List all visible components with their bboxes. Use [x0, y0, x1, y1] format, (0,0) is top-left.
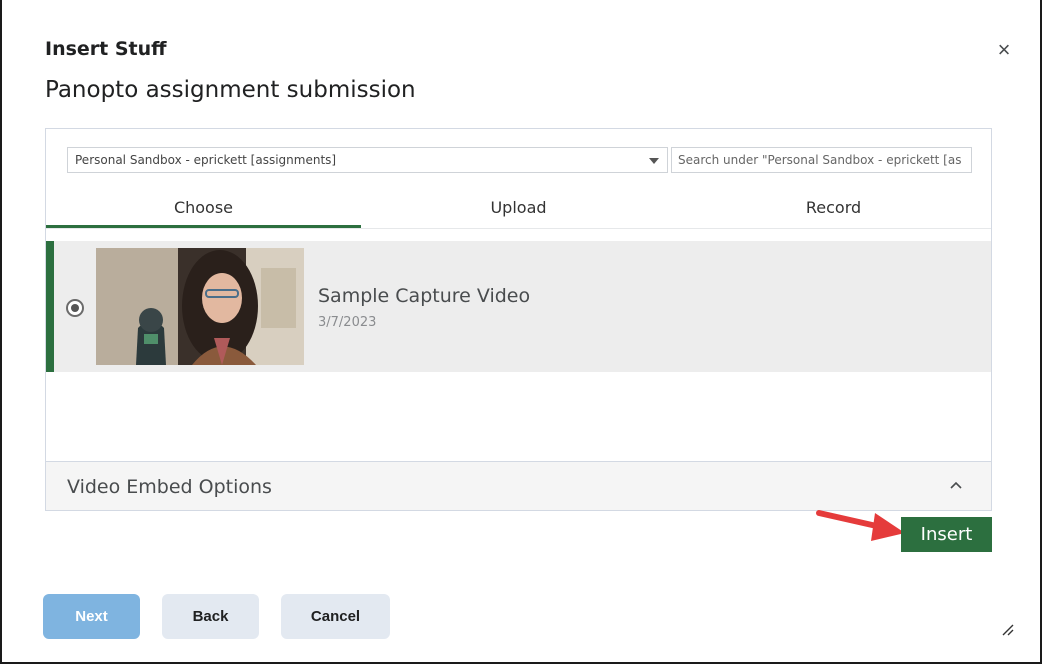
video-date: 3/7/2023	[318, 315, 377, 330]
chevron-up-icon[interactable]	[944, 474, 968, 498]
tab-upload[interactable]: Upload	[361, 191, 676, 227]
dialog-subtitle: Panopto assignment submission	[45, 77, 416, 103]
cancel-button[interactable]: Cancel	[281, 594, 390, 639]
radio-selected-dot	[71, 304, 79, 312]
insert-button[interactable]: Insert	[901, 517, 992, 552]
caret-down-icon	[649, 158, 659, 164]
next-button[interactable]: Next	[43, 594, 140, 639]
tab-record[interactable]: Record	[676, 191, 991, 227]
folder-dropdown[interactable]: Personal Sandbox - eprickett [assignment…	[67, 147, 668, 173]
video-thumbnail	[96, 248, 304, 365]
annotation-arrow-icon	[816, 510, 905, 541]
close-icon[interactable]: ×	[994, 39, 1014, 61]
video-list-item[interactable]: Sample Capture Video 3/7/2023	[46, 241, 991, 372]
back-button[interactable]: Back	[162, 594, 259, 639]
folder-dropdown-value: Personal Sandbox - eprickett [assignment…	[75, 153, 337, 167]
tabs-divider	[46, 228, 991, 229]
embed-options-label: Video Embed Options	[67, 476, 272, 498]
search-input[interactable]	[671, 147, 972, 173]
tab-bar: Choose Upload Record	[46, 191, 991, 229]
panopto-chooser-panel: Personal Sandbox - eprickett [assignment…	[45, 128, 992, 511]
video-select-radio[interactable]	[66, 299, 84, 317]
tab-choose[interactable]: Choose	[46, 191, 361, 229]
video-title: Sample Capture Video	[318, 285, 531, 307]
dialog-title: Insert Stuff	[45, 38, 167, 60]
resize-handle-icon[interactable]	[1000, 622, 1014, 636]
